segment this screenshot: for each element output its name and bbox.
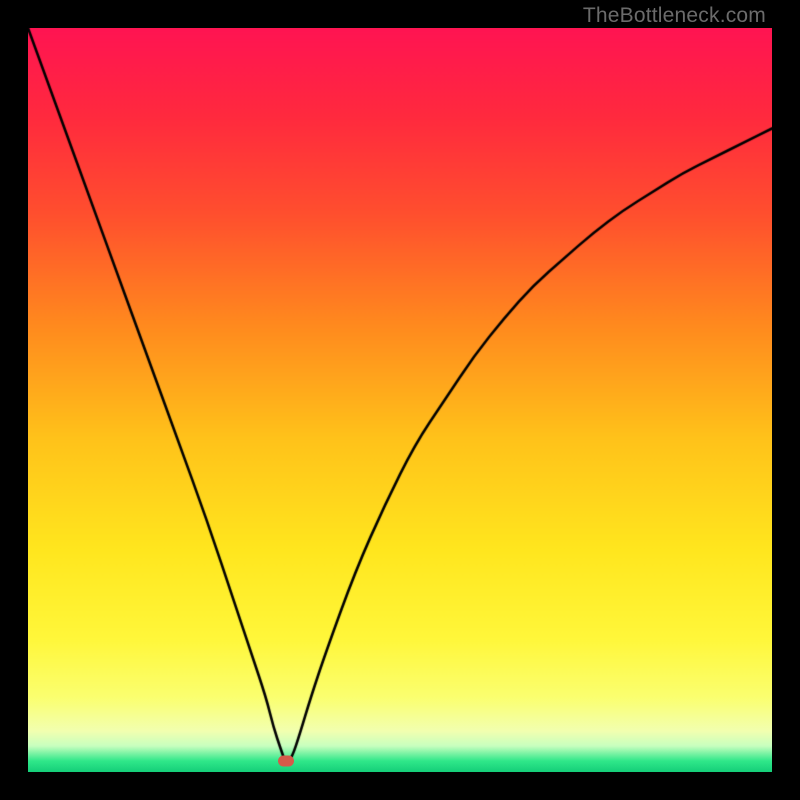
minimum-marker <box>278 755 294 766</box>
bottleneck-curve <box>28 28 772 772</box>
chart-frame: TheBottleneck.com <box>0 0 800 800</box>
watermark-text: TheBottleneck.com <box>583 4 766 28</box>
plot-area <box>28 28 772 772</box>
